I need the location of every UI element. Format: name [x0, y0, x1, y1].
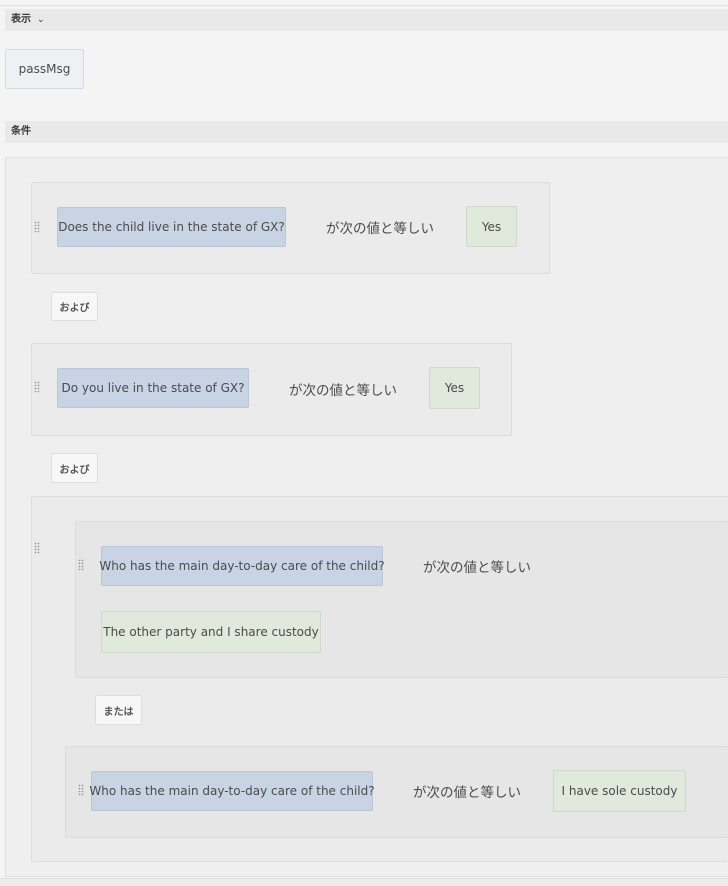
group-rule-1-value-chip[interactable]: The other party and I share custody [101, 611, 321, 653]
group-rule-1-field-label: Who has the main day-to-day care of the … [99, 559, 385, 573]
group-rule-2-value-label: I have sole custody [561, 784, 678, 798]
bottom-divider [0, 878, 728, 886]
display-section-header[interactable]: 表示 ⌄ [5, 9, 728, 31]
and-connector-2[interactable]: および [51, 453, 98, 483]
group-rule-2-operator[interactable]: が次の値と等しい [413, 781, 521, 801]
group-rule-2-field-chip[interactable]: Who has the main day-to-day care of the … [89, 771, 375, 811]
group-rule-1-field-chip[interactable]: Who has the main day-to-day care of the … [99, 546, 385, 586]
chevron-down-icon[interactable]: ⌄ [37, 15, 45, 25]
rule-1-operator[interactable]: が次の値と等しい [326, 217, 434, 237]
rule-1-value-chip[interactable]: Yes [466, 206, 517, 247]
target-field-chip[interactable]: passMsg [5, 49, 84, 89]
or-connector[interactable]: または [95, 695, 142, 725]
drag-handle-icon[interactable] [34, 381, 40, 395]
group-rule-2-value-chip[interactable]: I have sole custody [553, 770, 686, 812]
group-rule-1-value-label: The other party and I share custody [103, 625, 319, 639]
rule-2-field-label: Do you live in the state of GX? [61, 381, 245, 395]
rule-1-value-label: Yes [481, 219, 502, 234]
and-connector-1[interactable]: および [51, 292, 98, 321]
group-rule-1-operator[interactable]: が次の値と等しい [423, 556, 531, 576]
target-field-label: passMsg [18, 62, 71, 76]
rule-2-field-chip[interactable]: Do you live in the state of GX? [57, 368, 249, 408]
rule-1-field-label: Does the child live in the state of GX? [58, 220, 285, 234]
top-divider [0, 5, 728, 6]
rule-2-value-chip[interactable]: Yes [429, 367, 480, 409]
rule-1-field-chip[interactable]: Does the child live in the state of GX? [57, 207, 286, 247]
rule-2-value-label: Yes [444, 381, 465, 395]
drag-handle-icon[interactable] [34, 542, 40, 556]
rule-2-operator[interactable]: が次の値と等しい [289, 379, 397, 399]
conditions-section-label: 条件 [11, 126, 31, 137]
display-section-label: 表示 [11, 14, 31, 25]
drag-handle-icon[interactable] [78, 559, 84, 573]
conditions-section-header: 条件 [5, 121, 728, 143]
group-condition-row-1 [75, 521, 728, 678]
drag-handle-icon[interactable] [78, 784, 84, 798]
drag-handle-icon[interactable] [34, 221, 40, 235]
group-rule-2-field-label: Who has the main day-to-day care of the … [89, 784, 375, 798]
